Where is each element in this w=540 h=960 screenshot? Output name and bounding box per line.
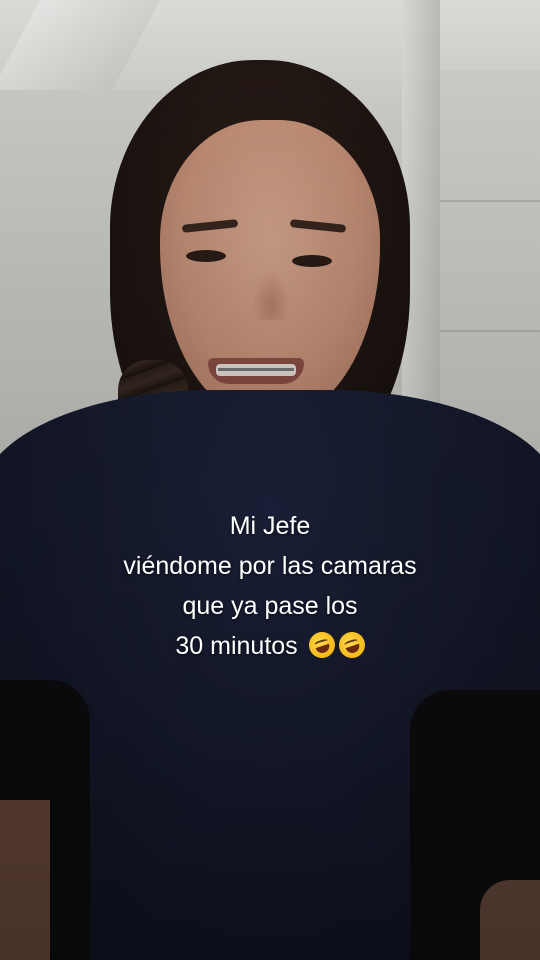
caption-line-4: 30 minutos [0,626,540,666]
caption-line-4-text: 30 minutos [175,632,298,660]
rolling-on-floor-laughing-emoji-icon [335,628,369,662]
caption-line-3: que ya pase los [182,592,358,620]
rolling-on-floor-laughing-emoji-icon [305,628,339,662]
caption-line-2: viéndome por las camaras [123,552,417,580]
video-caption: Mi Jefe viéndome por las camaras que ya … [0,506,540,666]
caption-line-1: Mi Jefe [229,512,311,540]
video-frame: Mi Jefe viéndome por las camaras que ya … [0,0,540,960]
vignette-overlay [0,0,540,960]
